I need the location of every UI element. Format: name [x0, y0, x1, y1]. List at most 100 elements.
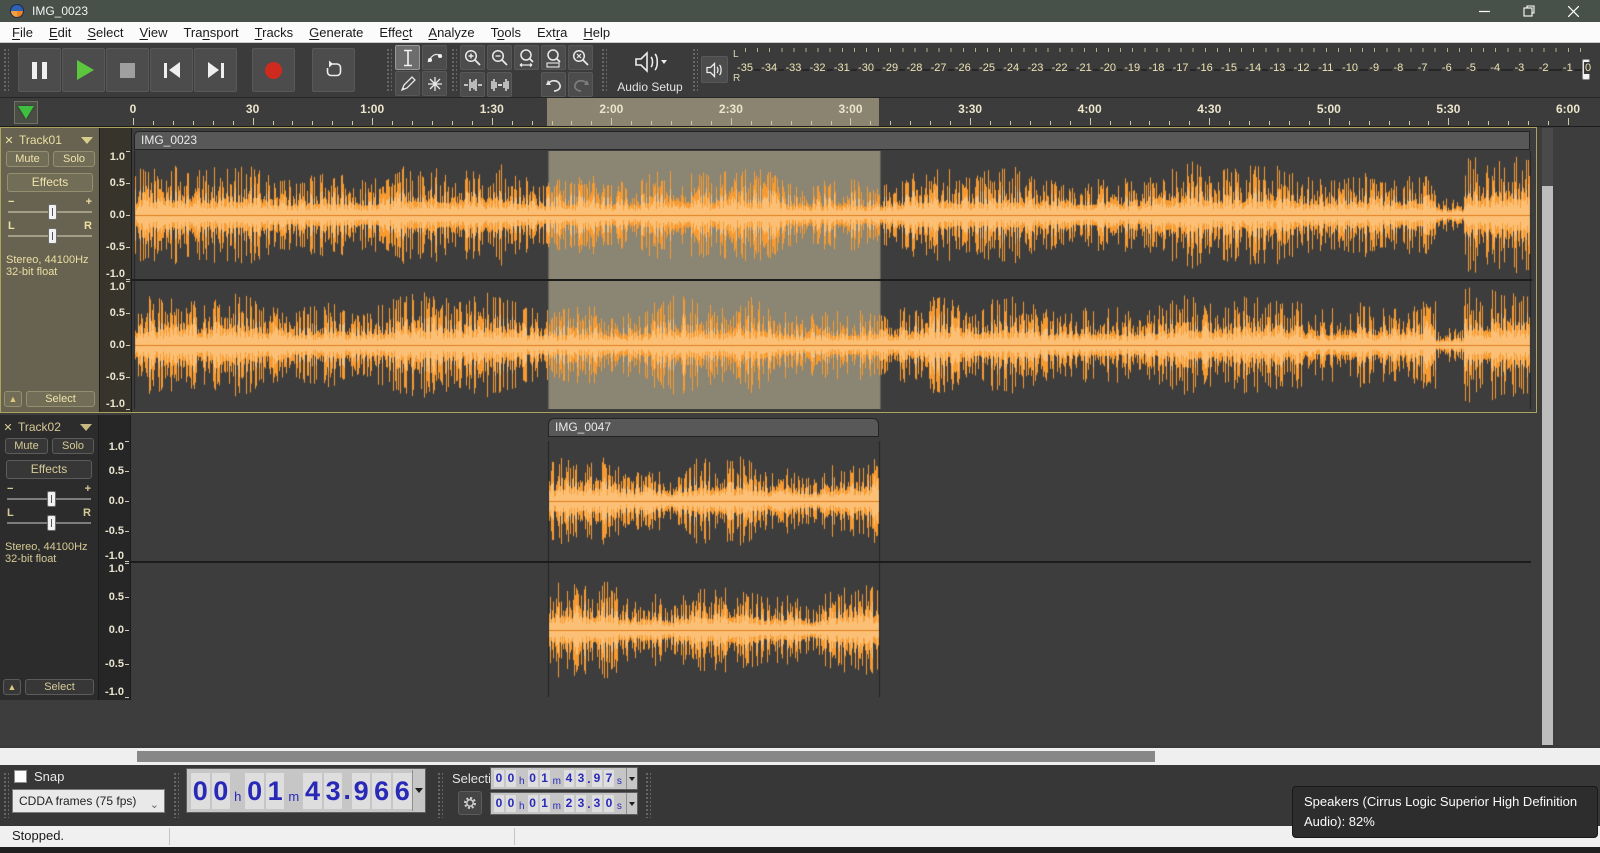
pan-slider-thumb[interactable]	[48, 228, 57, 244]
stop-button[interactable]	[106, 48, 149, 92]
horizontal-scrollbar-thumb[interactable]	[137, 751, 1155, 762]
pinned-playhead-button[interactable]	[14, 101, 38, 124]
time-digit[interactable]: 6	[392, 772, 412, 809]
time-digit[interactable]: 0	[527, 795, 538, 812]
waveform-channel-1[interactable]	[132, 151, 1532, 279]
menu-help[interactable]: Help	[575, 22, 618, 43]
gain-slider-thumb[interactable]	[47, 491, 56, 507]
vertical-scale-ruler[interactable]: 1.0 0.5 0.0 -0.5 -1.0 1.0 0.5 0.0 -0.5 -1.0	[98, 415, 131, 700]
effects-button[interactable]: Effects	[7, 173, 93, 192]
record-button[interactable]	[252, 48, 295, 92]
menu-generate[interactable]: Generate	[301, 22, 371, 43]
track-select-button[interactable]: Select	[26, 391, 95, 407]
field-dropdown-arrow[interactable]	[626, 768, 637, 789]
track-waveform-area[interactable]: IMG_0047	[131, 415, 1531, 700]
vertical-scrollbar[interactable]	[1542, 128, 1553, 745]
menu-select[interactable]: Select	[79, 22, 131, 43]
maximize-button[interactable]	[1506, 0, 1551, 22]
track-select-button[interactable]: Select	[25, 679, 94, 695]
pan-slider[interactable]: LR	[5, 507, 93, 531]
minimize-button[interactable]	[1462, 0, 1507, 22]
dock-grip[interactable]	[644, 771, 651, 818]
menu-tracks[interactable]: Tracks	[247, 22, 302, 43]
time-digit[interactable]: .	[343, 775, 351, 806]
time-digit[interactable]: 0	[506, 795, 516, 812]
silence-audio-button[interactable]	[487, 72, 512, 97]
snap-checkbox[interactable]	[14, 770, 27, 783]
effects-button[interactable]: Effects	[6, 460, 92, 479]
zoom-toggle-button[interactable]	[568, 45, 593, 70]
time-digit[interactable]: 1	[539, 770, 550, 787]
snap-format-dropdown[interactable]: CDDA frames (75 fps) ⌄	[12, 789, 165, 813]
envelope-tool-button[interactable]	[422, 45, 447, 70]
time-digit[interactable]: 3	[575, 795, 586, 812]
skip-to-start-button[interactable]	[150, 48, 193, 92]
menu-edit[interactable]: Edit	[41, 22, 79, 43]
track-menu-arrow-icon[interactable]	[81, 137, 93, 144]
time-digit[interactable]: 0	[211, 772, 231, 809]
track-control-panel[interactable]: ✕ Track01 Mute Solo Effects − + L R Stereo, 44100…	[1, 128, 99, 412]
zoom-out-button[interactable]	[487, 45, 512, 70]
undo-button[interactable]	[541, 72, 566, 97]
meter-toolbar-grip[interactable]	[691, 47, 698, 93]
time-digit[interactable]: 3	[323, 772, 343, 809]
vertical-scrollbar-thumb[interactable]	[1542, 128, 1553, 186]
menu-extra[interactable]: Extra	[529, 22, 575, 43]
mute-button[interactable]: Mute	[6, 151, 49, 167]
pause-button[interactable]	[18, 48, 61, 92]
audio-setup-button[interactable]: Audio Setup	[610, 47, 690, 94]
selection-tool-button[interactable]	[395, 45, 420, 70]
close-button[interactable]	[1551, 0, 1596, 22]
field-dropdown-arrow[interactable]	[626, 793, 637, 814]
gain-slider-thumb[interactable]	[48, 204, 57, 220]
time-digit[interactable]: 1	[265, 772, 285, 809]
time-digit[interactable]: 4	[303, 772, 322, 809]
zoom-in-button[interactable]	[460, 45, 485, 70]
vertical-scale-ruler[interactable]: 1.0 0.5 0.0 -0.5 -1.0 1.0 0.5 0.0 -0.5 -1.0	[99, 128, 132, 412]
fit-project-button[interactable]	[541, 45, 566, 70]
time-digit[interactable]: 4	[563, 770, 574, 787]
track-waveform-area[interactable]: IMG_0023	[132, 128, 1532, 412]
time-digit[interactable]: 6	[372, 772, 391, 809]
clip-title-bar[interactable]: IMG_0023	[134, 131, 1530, 150]
playback-meter[interactable]: L R -35 -34 -33 -32 -31 -30 -29 -28 -27 -26 -25 -24…	[689, 43, 1600, 97]
play-button[interactable]	[62, 48, 105, 92]
collapse-button[interactable]: ▲	[3, 679, 21, 695]
waveform-channel-2[interactable]	[131, 563, 1531, 697]
draw-tool-button[interactable]	[395, 71, 420, 96]
menu-view[interactable]: View	[132, 22, 176, 43]
snap-toolbar-grip[interactable]	[2, 771, 9, 818]
gain-slider[interactable]: − +	[6, 196, 94, 220]
track-control-panel[interactable]: ✕ Track02 Mute Solo Effects − + L R Stereo, 44100…	[0, 415, 98, 700]
waveform-channel-1[interactable]	[131, 441, 1531, 561]
title-bar[interactable]: IMG_0023	[0, 0, 1600, 22]
pan-slider[interactable]: LR	[6, 220, 94, 244]
audio-position-display[interactable]: 00h01m43.966s	[186, 768, 426, 813]
time-digit[interactable]: 9	[351, 772, 371, 809]
selection-settings-button[interactable]	[458, 791, 482, 815]
horizontal-scrollbar[interactable]	[0, 748, 1600, 765]
time-format-dropdown[interactable]	[412, 770, 424, 811]
time-digit[interactable]: 3	[591, 795, 602, 812]
pan-slider-thumb[interactable]	[47, 515, 56, 531]
timeline-ruler[interactable]: 0 30 1:00 1:30 2:00 2:30 3:00 3:30 4:00 4:30 5:00 5…	[0, 98, 1600, 127]
redo-button[interactable]	[568, 72, 593, 97]
selection-start-field[interactable]: 00h01m43.97s	[490, 767, 638, 790]
track-name[interactable]: Track01	[19, 133, 62, 147]
menu-file[interactable]: File	[4, 22, 41, 43]
time-digit[interactable]: 0	[494, 770, 504, 787]
solo-button[interactable]: Solo	[52, 438, 94, 454]
time-digit[interactable]: 2	[563, 795, 574, 812]
loop-button[interactable]	[312, 48, 355, 92]
time-digit[interactable]: 0	[245, 772, 264, 809]
menu-tools[interactable]: Tools	[483, 22, 529, 43]
time-digit[interactable]: 0	[527, 770, 538, 787]
skip-to-end-button[interactable]	[194, 48, 237, 92]
edit-toolbar-grip[interactable]	[450, 47, 457, 93]
audio-setup-toolbar-grip[interactable]	[600, 47, 607, 93]
track-menu-arrow-icon[interactable]	[80, 424, 92, 431]
time-digit[interactable]: 0	[506, 770, 516, 787]
time-digit[interactable]: 9	[591, 770, 602, 787]
waveform-channel-2[interactable]	[132, 281, 1532, 409]
time-digit[interactable]: 0	[603, 795, 614, 812]
